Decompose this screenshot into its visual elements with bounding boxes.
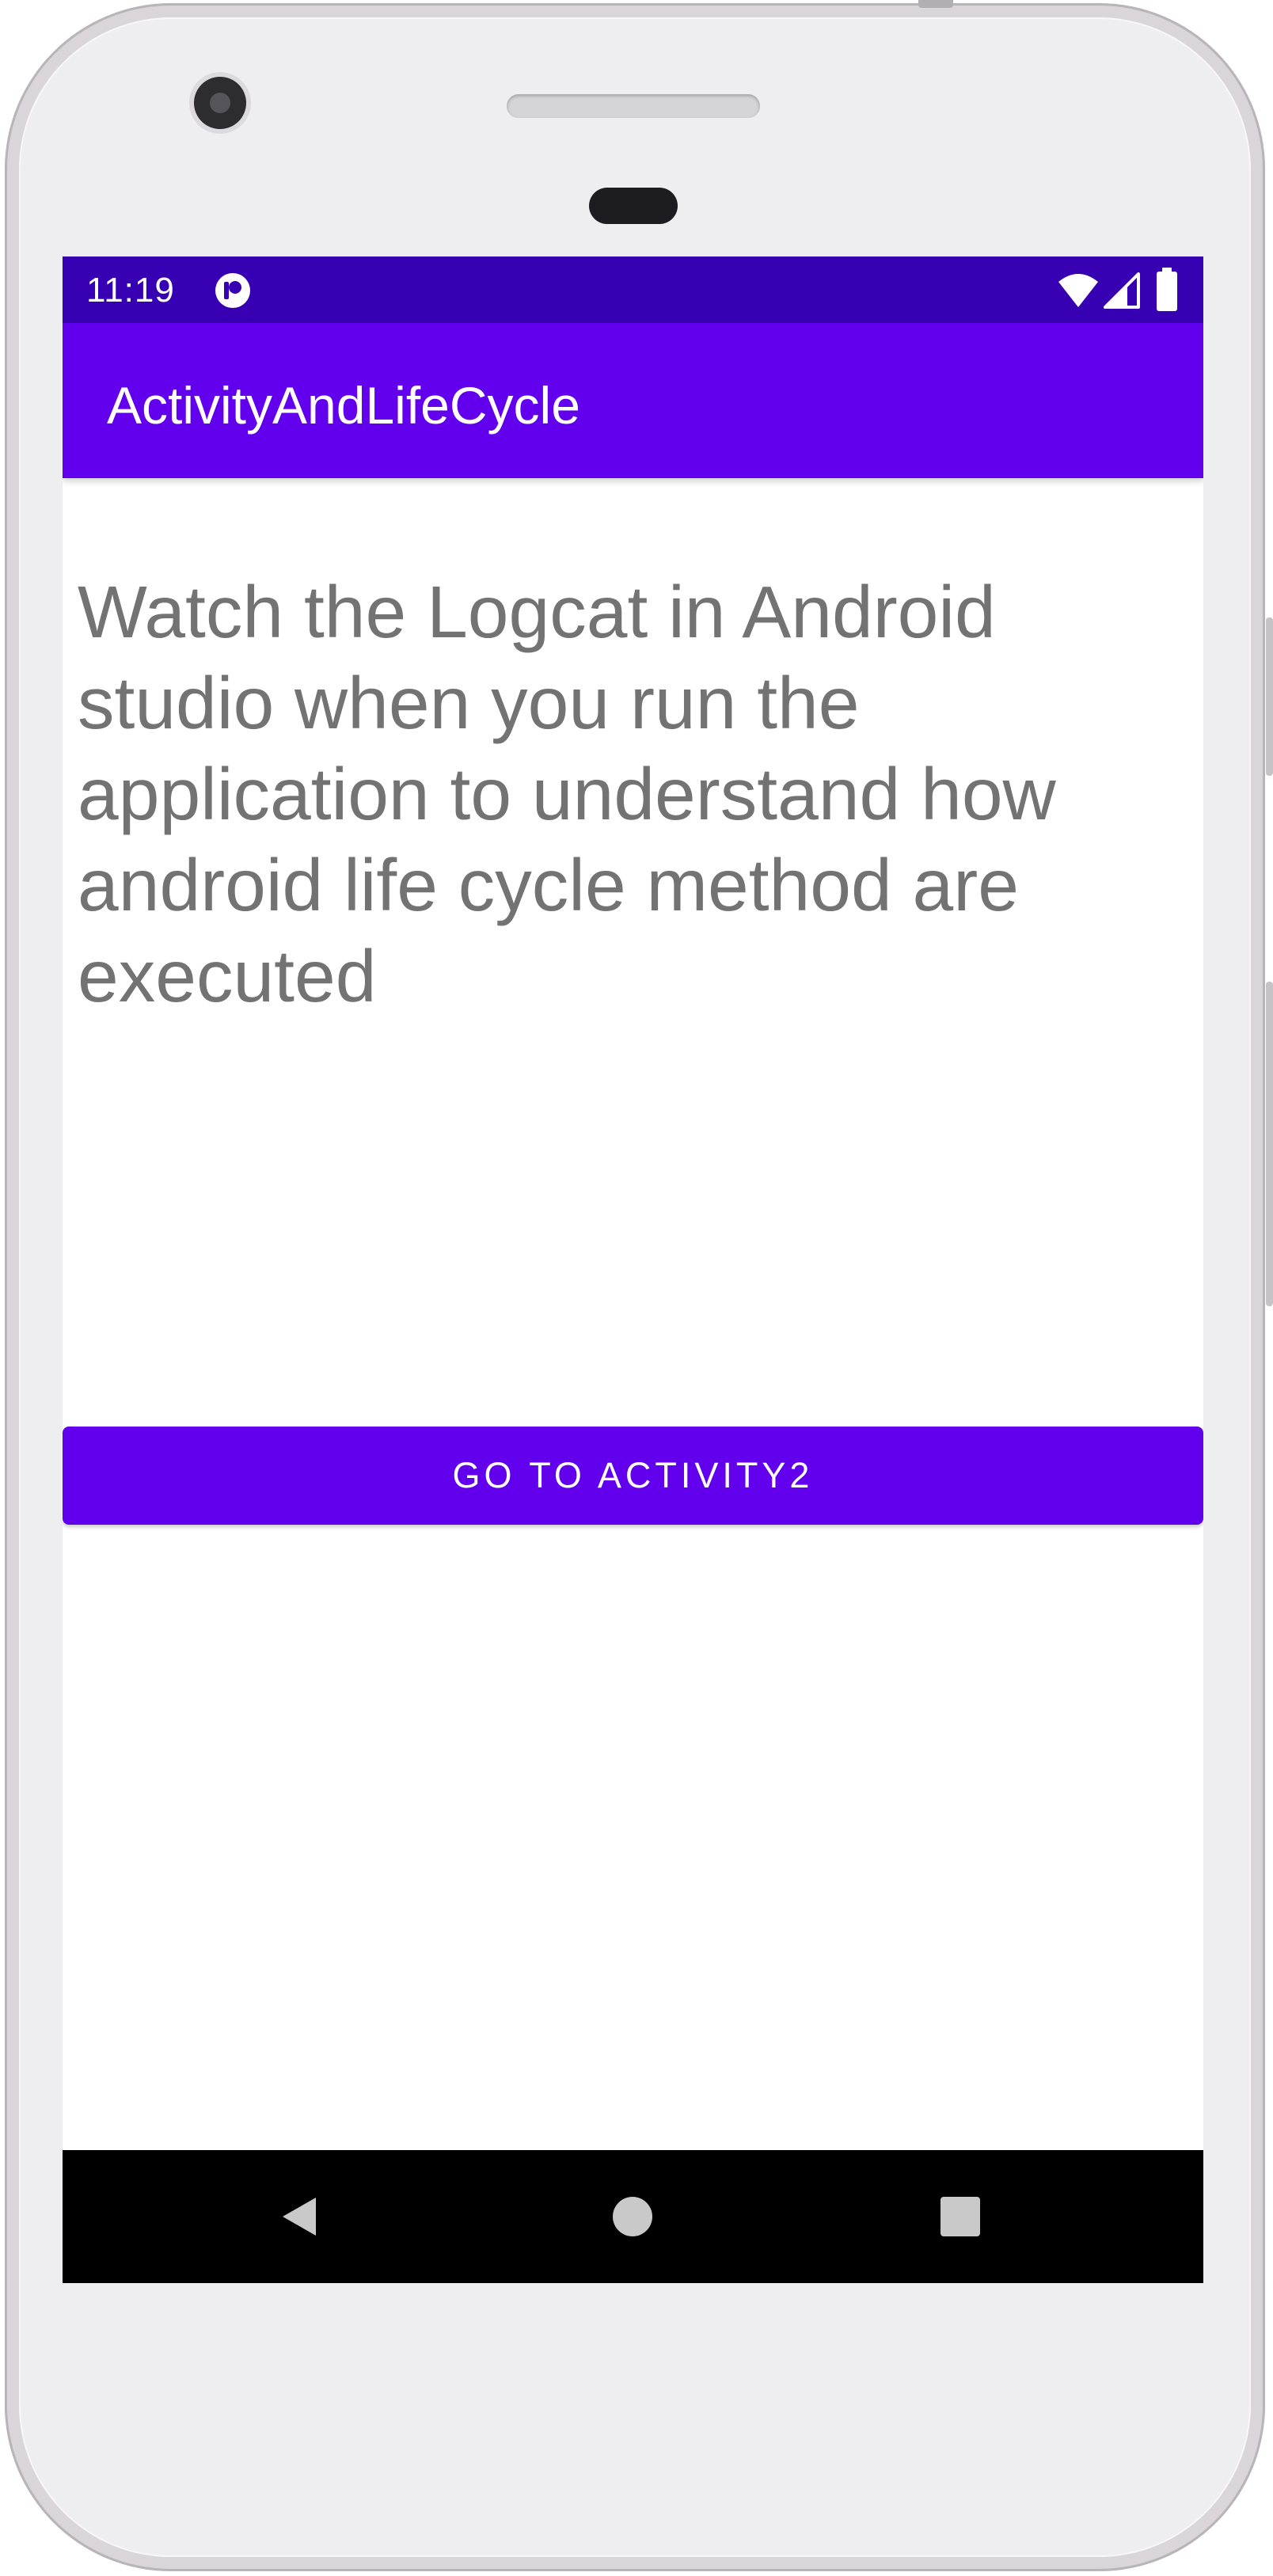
front-camera <box>194 77 246 129</box>
earpiece-speaker <box>507 94 760 118</box>
signal-icon <box>1104 272 1140 309</box>
navigation-bar <box>63 2150 1203 2283</box>
main-content: Watch the Logcat in Android studio when … <box>63 478 1203 2150</box>
status-bar: 11:19 <box>63 256 1203 323</box>
instruction-text: Watch the Logcat in Android studio when … <box>78 571 1056 1017</box>
status-time: 11:19 <box>86 271 175 310</box>
power-button <box>1266 617 1273 776</box>
app-notification-icon <box>215 273 250 308</box>
device-screen: 11:19 ActivityAndLifeCycle Watch the Log… <box>63 256 1203 2283</box>
wifi-icon <box>1058 274 1098 307</box>
go-to-activity2-button[interactable]: GO TO ACTIVITY2 <box>63 1427 1203 1525</box>
recents-icon[interactable] <box>937 2193 984 2240</box>
home-icon[interactable] <box>609 2193 656 2240</box>
top-frame-mark <box>918 0 953 8</box>
app-bar: ActivityAndLifeCycle <box>63 323 1203 478</box>
volume-button <box>1266 982 1273 1306</box>
battery-icon <box>1157 268 1177 311</box>
proximity-sensor <box>589 188 678 224</box>
back-icon[interactable] <box>276 2193 324 2240</box>
app-title: ActivityAndLifeCycle <box>107 376 580 435</box>
